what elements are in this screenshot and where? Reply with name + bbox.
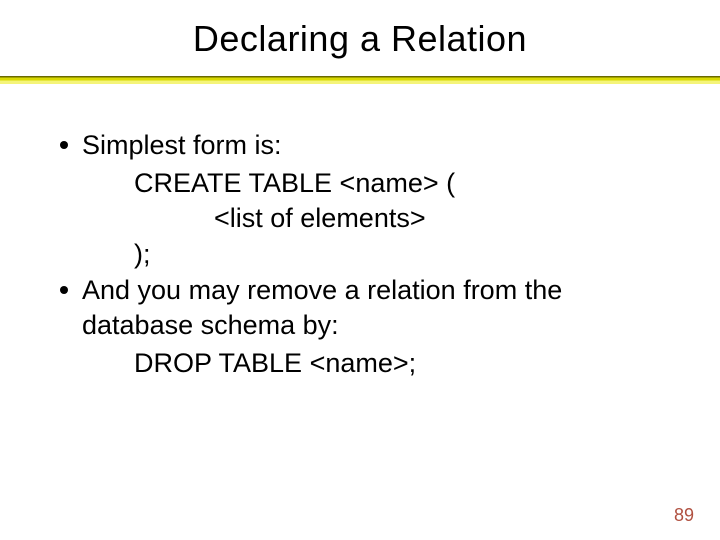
code-line: ); xyxy=(134,237,670,273)
slide-content: Simplest form is: CREATE TABLE <name> ( … xyxy=(0,128,720,381)
bullet-icon xyxy=(60,286,68,294)
slide: Declaring a Relation Simplest form is: C… xyxy=(0,18,720,540)
slide-number: 89 xyxy=(674,505,694,526)
bullet-text: Simplest form is: xyxy=(82,128,670,164)
bullet-item: Simplest form is: xyxy=(60,128,670,164)
code-line: CREATE TABLE <name> ( xyxy=(134,166,670,202)
slide-title: Declaring a Relation xyxy=(0,18,720,60)
bullet-item: And you may remove a relation from the d… xyxy=(60,273,670,344)
code-line: <list of elements> xyxy=(214,201,670,237)
code-line: DROP TABLE <name>; xyxy=(134,346,670,382)
bullet-text: And you may remove a relation from the d… xyxy=(82,273,670,344)
title-underline xyxy=(0,76,720,84)
bullet-icon xyxy=(60,141,68,149)
